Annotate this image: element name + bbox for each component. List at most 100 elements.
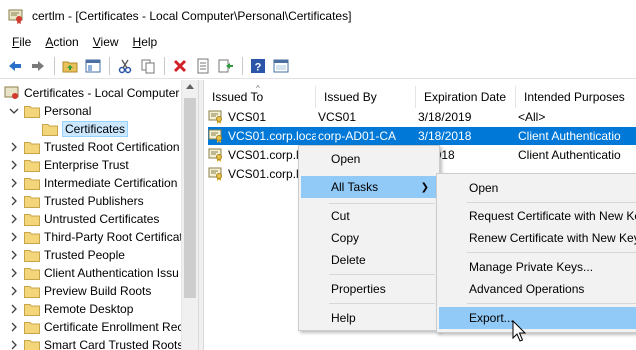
expand-chevron-icon[interactable]	[8, 267, 20, 279]
column-intended-purposes[interactable]: Intended Purposes	[516, 86, 636, 108]
expand-chevron-icon[interactable]	[8, 195, 20, 207]
forward-arrow-icon[interactable]	[27, 55, 49, 77]
menu-item-cut[interactable]: Cut	[301, 205, 437, 227]
menu-separator	[329, 303, 435, 304]
cell-expiration: 3/18/2019	[418, 110, 472, 124]
menu-bar: File Action View Help	[0, 31, 636, 53]
menu-item-delete[interactable]: Delete	[301, 249, 437, 271]
expand-chevron-icon[interactable]	[8, 141, 20, 153]
table-row[interactable]: VCS01.corp.local corp-AD01-CA 3/18/2018 Cli…	[208, 127, 636, 145]
menu-view[interactable]: View	[87, 35, 127, 49]
toolbar: ?	[0, 53, 636, 79]
submenu-item-request-new-key[interactable]: Request Certificate with New Ke	[439, 205, 636, 227]
tree-item[interactable]: Remote Desktop	[8, 300, 133, 318]
copy-icon[interactable]	[137, 55, 159, 77]
context-menu: Open All Tasks ❯ Cut Copy Delete Properti…	[298, 145, 440, 331]
column-issued-by[interactable]: Issued By	[316, 86, 416, 108]
delete-icon[interactable]	[169, 55, 191, 77]
tree-item[interactable]: Third-Party Root Certificat	[8, 228, 183, 246]
tree-item-label: Preview Build Roots	[44, 284, 152, 298]
folder-icon	[24, 159, 40, 172]
menu-action[interactable]: Action	[39, 35, 86, 49]
tree-item-label: Intermediate Certification	[44, 176, 178, 190]
expand-chevron-icon[interactable]	[8, 177, 20, 189]
toolbar-separator	[242, 56, 243, 75]
submenu-item-open[interactable]: Open	[439, 177, 636, 199]
tree-scrollbar[interactable]	[181, 80, 198, 350]
expand-chevron-icon[interactable]	[8, 339, 20, 350]
menu-item-help[interactable]: Help	[301, 307, 437, 329]
cell-issued-by: VCS01	[318, 110, 357, 124]
expand-chevron-icon[interactable]	[8, 285, 20, 297]
folder-icon	[24, 213, 40, 226]
window-title: certlm - [Certificates - Local Computer\…	[32, 8, 352, 23]
scroll-up-arrow-icon[interactable]	[186, 84, 194, 89]
folder-icon	[24, 195, 40, 208]
cell-issued-to: VCS01.corp.local	[228, 129, 316, 143]
tree-item[interactable]: Trusted People	[8, 246, 125, 264]
column-issued-to[interactable]: Issued To ^	[204, 84, 316, 108]
tree-item[interactable]: Trusted Publishers	[8, 192, 144, 210]
cell-purposes: Client Authenticatio	[518, 129, 621, 143]
expand-chevron-icon[interactable]	[8, 159, 20, 171]
certificate-store-icon	[4, 86, 20, 100]
menu-help[interactable]: Help	[127, 35, 166, 49]
menu-separator	[329, 274, 435, 275]
folder-icon	[24, 177, 40, 190]
collapse-chevron-icon[interactable]	[8, 105, 20, 117]
folder-icon	[24, 141, 40, 154]
tree-item-personal[interactable]: Personal	[8, 102, 91, 120]
menu-item-properties[interactable]: Properties	[301, 278, 437, 300]
submenu-item-export[interactable]: Export...	[439, 307, 636, 329]
expand-chevron-icon[interactable]	[8, 303, 20, 315]
table-row[interactable]: VCS01 VCS01 3/18/2019 <All>	[208, 108, 636, 126]
menu-item-all-tasks[interactable]: All Tasks ❯	[301, 176, 437, 198]
folder-icon	[24, 231, 40, 244]
tree-root[interactable]: Certificates - Local Computer	[4, 84, 179, 102]
menu-item-open[interactable]: Open	[301, 148, 437, 170]
cut-icon[interactable]	[114, 55, 136, 77]
tree-item-certificates[interactable]: Certificates	[42, 120, 129, 138]
cell-expiration: 3/18/2018	[418, 129, 472, 143]
svg-text:?: ?	[255, 61, 262, 73]
tree-item[interactable]: Trusted Root Certification	[8, 138, 180, 156]
cell-purposes: Client Authenticatio	[518, 148, 621, 162]
column-expiration-date[interactable]: Expiration Date	[416, 86, 516, 108]
tree-item[interactable]: Smart Card Trusted Roots	[8, 336, 183, 350]
show-hide-tree-icon[interactable]	[82, 55, 104, 77]
submenu-item-advanced-operations[interactable]: Advanced Operations	[439, 278, 636, 300]
tree-item[interactable]: Certificate Enrollment Rec	[8, 318, 183, 336]
expand-chevron-icon[interactable]	[8, 249, 20, 261]
list-header: Issued To ^ Issued By Expiration Date Int…	[204, 84, 636, 108]
expand-chevron-icon[interactable]	[8, 213, 20, 225]
folder-icon	[24, 249, 40, 262]
certificate-icon	[208, 109, 224, 125]
menu-file[interactable]: File	[6, 35, 39, 49]
tree-item-label: Trusted Publishers	[44, 194, 144, 208]
scrollbar-thumb[interactable]	[184, 98, 196, 298]
submenu-item-renew-new-key[interactable]: Renew Certificate with New Key	[439, 227, 636, 249]
folder-icon	[24, 285, 40, 298]
tree-item[interactable]: Intermediate Certification	[8, 174, 177, 192]
tree-item[interactable]: Enterprise Trust	[8, 156, 129, 174]
submenu-item-manage-private-keys[interactable]: Manage Private Keys...	[439, 256, 636, 278]
menu-separator	[329, 203, 435, 204]
toolbar-separator	[54, 56, 55, 75]
tree-item-label: Client Authentication Issu	[44, 266, 179, 280]
menu-item-copy[interactable]: Copy	[301, 227, 437, 249]
tree-item-label: Smart Card Trusted Roots	[44, 338, 184, 350]
export-list-icon[interactable]	[215, 55, 237, 77]
help-icon[interactable]: ?	[247, 55, 269, 77]
expand-chevron-icon[interactable]	[8, 321, 20, 333]
folder-icon	[24, 105, 40, 118]
tree-item[interactable]: Client Authentication Issu	[8, 264, 179, 282]
up-folder-icon[interactable]	[59, 55, 81, 77]
back-arrow-icon[interactable]	[4, 55, 26, 77]
tree-item[interactable]: Preview Build Roots	[8, 282, 151, 300]
tree-item[interactable]: Untrusted Certificates	[8, 210, 159, 228]
properties-icon[interactable]	[192, 55, 214, 77]
all-tasks-submenu: Open Request Certificate with New Ke Ren…	[436, 173, 636, 333]
console-icon[interactable]	[270, 55, 292, 77]
tree-item-label: Untrusted Certificates	[44, 212, 160, 226]
expand-chevron-icon[interactable]	[8, 231, 20, 243]
